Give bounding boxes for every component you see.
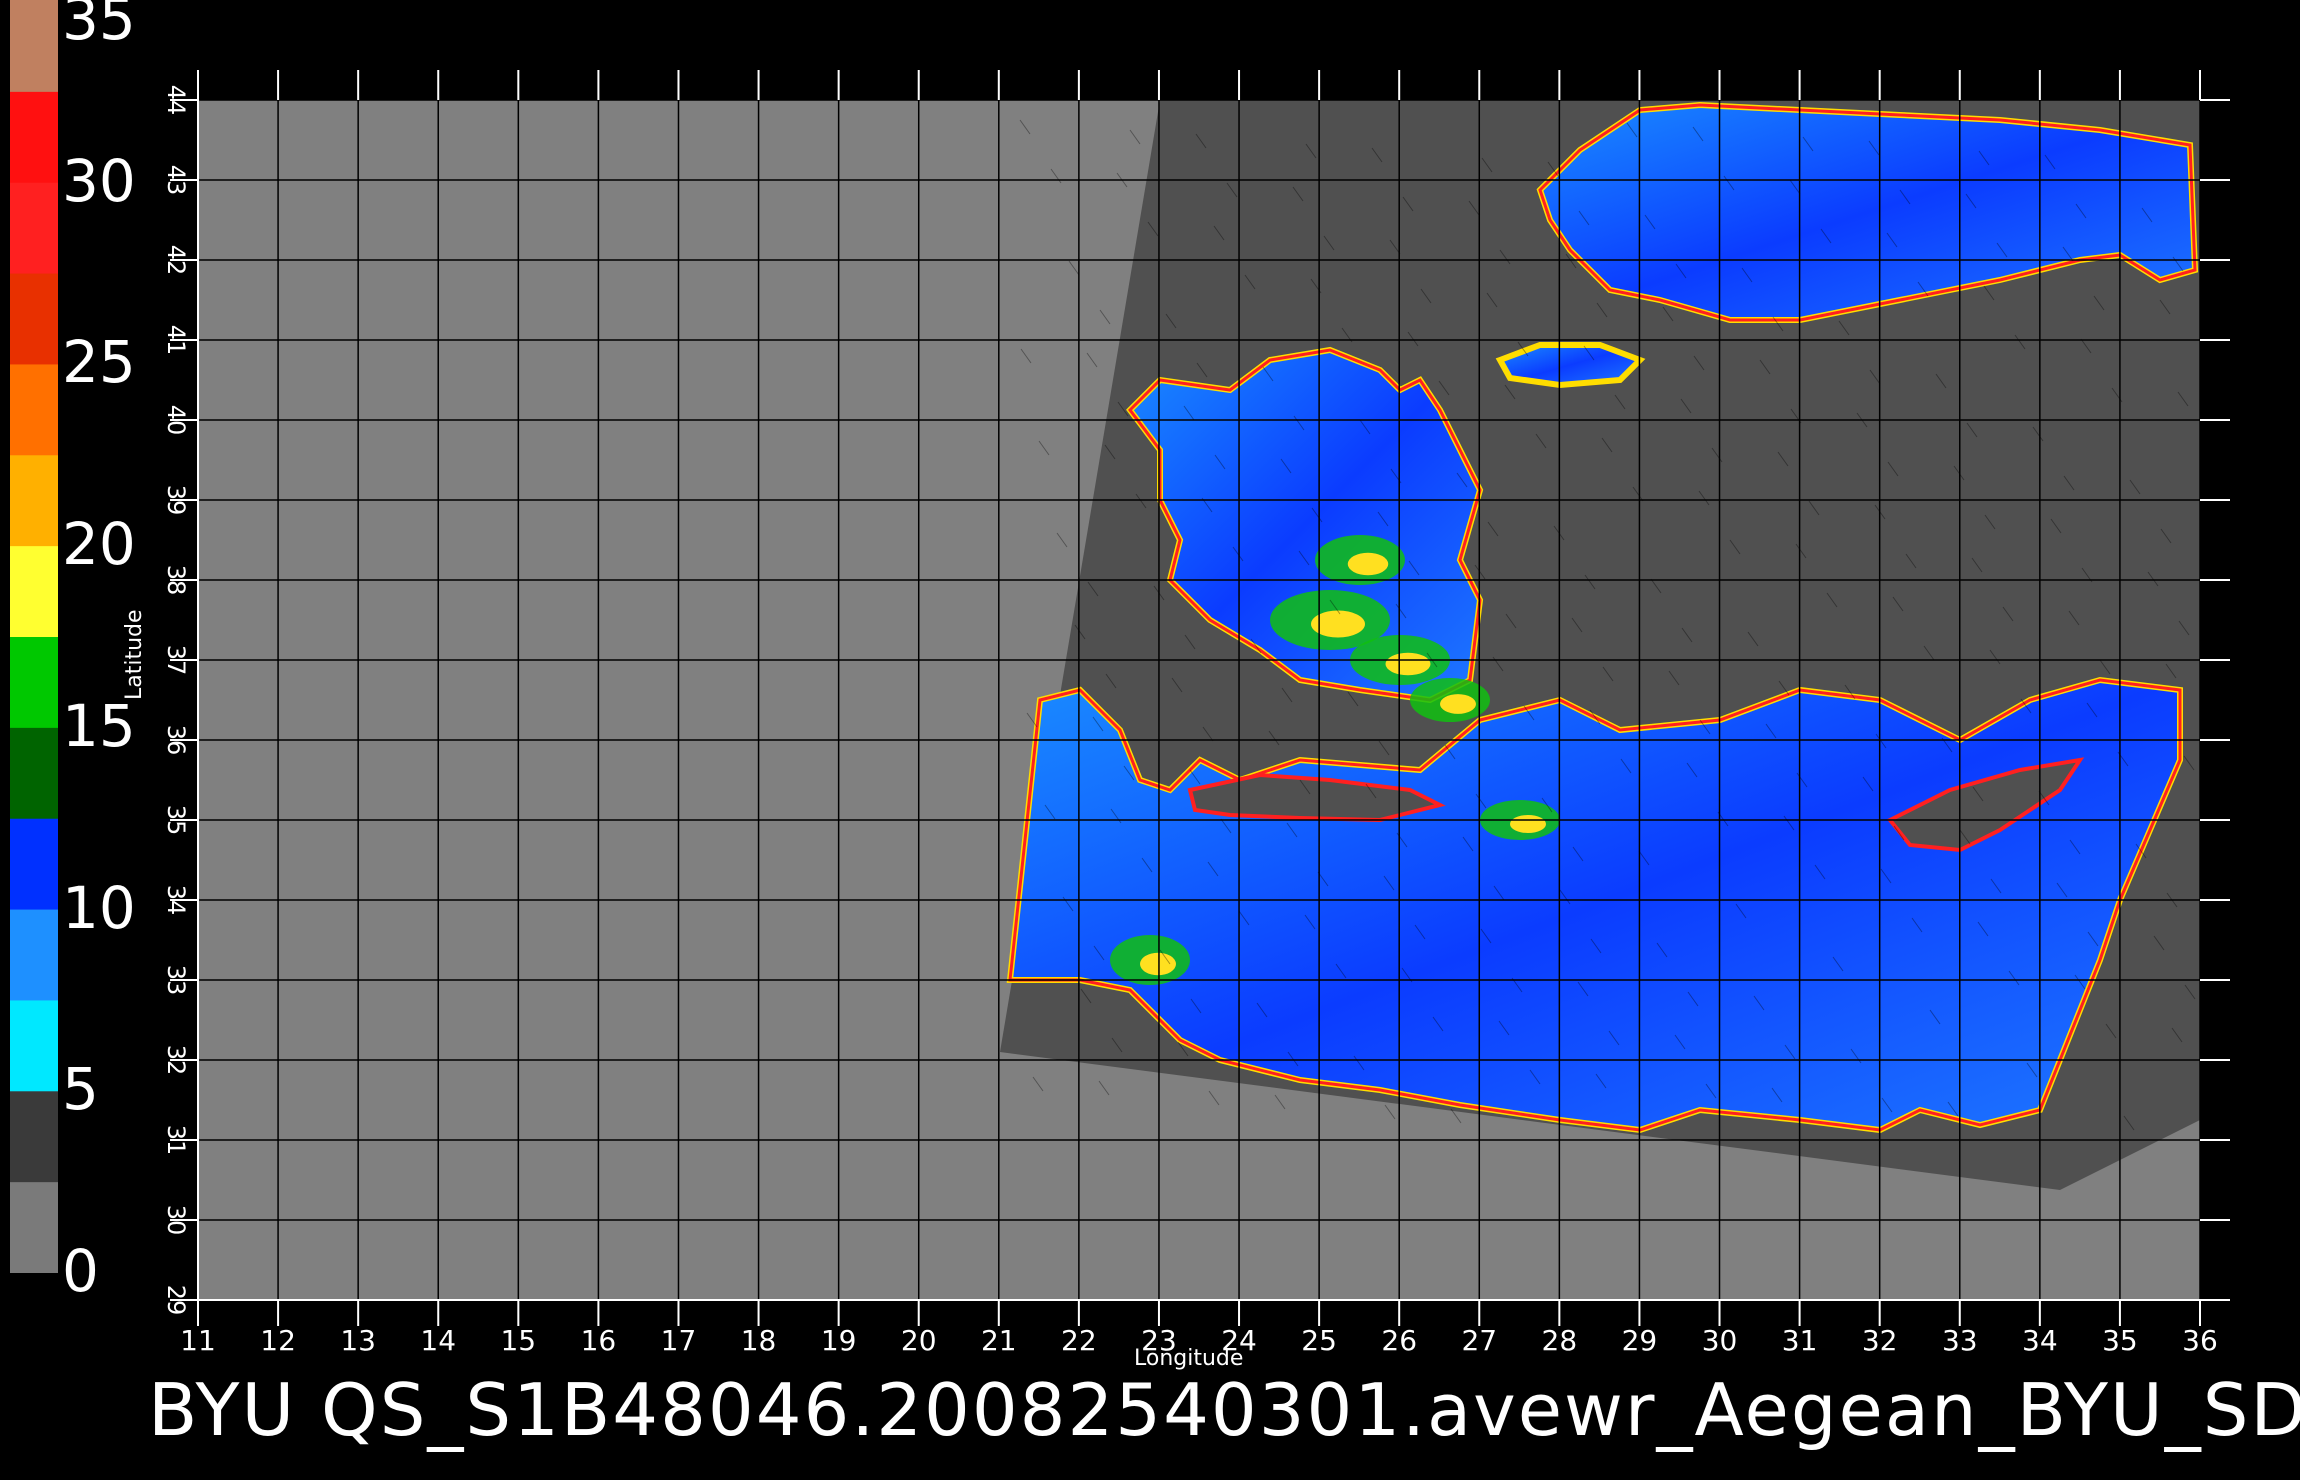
colorbar-segment [10,636,58,728]
longitude-tick-label: 22 [1061,1324,1097,1357]
longitude-tick-label: 33 [1942,1324,1978,1357]
latitude-tick-label: 32 [162,1045,190,1076]
colorbar-segment [10,999,58,1092]
longitude-tick-label: 29 [1622,1324,1658,1357]
colorbar-segment [10,1090,58,1183]
colorbar-label: 5 [62,1055,99,1124]
latitude-tick-label: 29 [162,1285,190,1316]
longitude-tick-label: 28 [1542,1324,1578,1357]
colorbar-segment [10,817,58,910]
longitude-tick-label: 20 [901,1324,937,1357]
longitude-tick-label: 19 [821,1324,857,1357]
latitude-tick-label: 44 [162,85,190,116]
sea-region [1495,342,1646,389]
longitude-tick-label: 11 [180,1324,216,1357]
wind-speed-patch [1440,694,1476,714]
colorbar-segment [10,545,58,637]
longitude-tick-label: 26 [1381,1324,1417,1357]
latitude-tick-label: 36 [162,725,190,756]
colorbar-segment [10,90,58,183]
colorbar-segment [10,0,58,92]
colorbar-label: 35 [62,0,136,53]
longitude-tick-label: 32 [1862,1324,1898,1357]
wind-speed-patch [1140,952,1176,976]
latitude-tick-label: 35 [162,805,190,836]
wind-speed-patch [1510,815,1546,833]
latitude-tick-label: 31 [162,1125,190,1156]
longitude-tick-label: 21 [981,1324,1017,1357]
latitude-tick-label: 38 [162,565,190,596]
longitude-tick-label: 13 [340,1324,376,1357]
colorbar [10,0,58,1273]
y-axis-title: Latitude [122,609,147,700]
longitude-tick-label: 16 [581,1324,617,1357]
wind-speed-patch [1347,552,1389,576]
latitude-tick-label: 37 [162,645,190,676]
longitude-tick-label: 18 [741,1324,777,1357]
colorbar-segment [10,726,58,819]
wind-map-figure: 11 12 13 14 15 16 17 18 19 20 21 22 23 24 25 26 27 28 29 30… [10,0,2230,1357]
colorbar-label: 15 [62,691,136,760]
colorbar-segment [10,181,58,274]
colorbar-segment [10,363,58,456]
latitude-tick-label: 34 [162,885,190,916]
latitude-tick-label: 43 [162,165,190,196]
map-plot-area [170,70,2230,1326]
latitude-tick-label: 40 [162,405,190,436]
colorbar-segment [10,272,58,365]
latitude-tick-label: 39 [162,485,190,516]
latitude-tick-label: 33 [162,965,190,996]
colorbar-segment [10,1181,58,1273]
longitude-tick-label: 34 [2022,1324,2058,1357]
wind-speed-patch [1385,652,1431,676]
colorbar-label: 25 [62,328,136,397]
longitude-tick-label: 15 [500,1324,536,1357]
longitude-tick-label: 14 [420,1324,456,1357]
longitude-tick-label: 35 [2102,1324,2138,1357]
colorbar-label: 0 [62,1237,99,1305]
colorbar-segment [10,908,58,1001]
longitude-tick-label: 36 [2182,1324,2218,1357]
colorbar-segment [10,454,58,547]
longitude-tick-label: 12 [260,1324,296,1357]
latitude-tick-label: 41 [162,325,190,356]
longitude-tick-label: 17 [661,1324,697,1357]
latitude-tick-labels: 29 30 31 32 33 34 35 36 37 38 39 40 41 42 43 44 [162,85,190,1316]
colorbar-label: 10 [62,873,136,942]
colorbar-label: 30 [62,146,136,215]
latitude-tick-label: 30 [162,1205,190,1236]
longitude-tick-label: 30 [1702,1324,1738,1357]
longitude-tick-label: 27 [1461,1324,1497,1357]
longitude-tick-label: 25 [1301,1324,1337,1357]
latitude-tick-label: 42 [162,245,190,276]
figure-title: BYU QS_S1B48046.20082540301.avewr_Aegean… [148,1368,2300,1452]
longitude-tick-label: 31 [1782,1324,1818,1357]
colorbar-label: 20 [62,510,136,579]
